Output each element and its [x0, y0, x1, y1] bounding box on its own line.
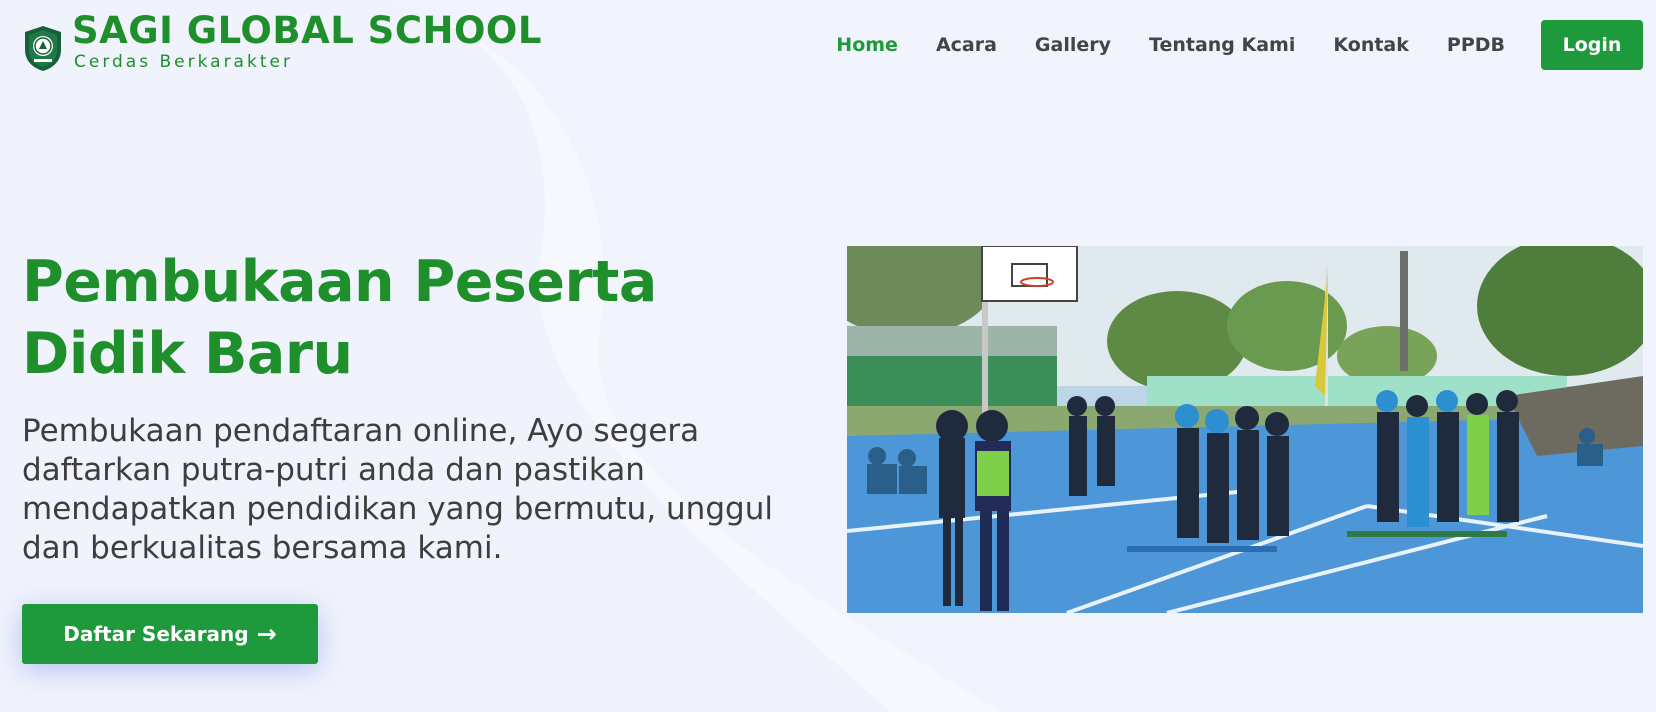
nav-tentang-kami[interactable]: Tentang Kami: [1149, 34, 1295, 56]
nav-ppdb[interactable]: PPDB: [1447, 34, 1505, 56]
register-now-label: Daftar Sekarang: [63, 622, 249, 646]
hero-photo: [847, 246, 1643, 613]
school-crest-icon: [25, 26, 61, 71]
nav-home[interactable]: Home: [836, 34, 898, 56]
hero-text: Pembukaan Peserta Didik Baru Pembukaan p…: [22, 246, 822, 568]
nav-acara[interactable]: Acara: [936, 34, 997, 56]
hero-description: Pembukaan pendaftaran online, Ayo segera…: [22, 413, 773, 566]
register-now-button[interactable]: Daftar Sekarang →: [22, 604, 318, 664]
nav-kontak[interactable]: Kontak: [1333, 34, 1409, 56]
brand-tagline: Cerdas Berkarakter: [74, 52, 293, 72]
login-button[interactable]: Login: [1541, 20, 1643, 70]
site-header: SAGI GLOBAL SCHOOL Cerdas Berkarakter Ho…: [0, 0, 1656, 90]
nav-gallery[interactable]: Gallery: [1035, 34, 1111, 56]
hero-title: Pembukaan Peserta Didik Baru: [22, 249, 657, 387]
brand-name: SAGI GLOBAL SCHOOL: [72, 9, 542, 52]
main-nav: Home Acara Gallery Tentang Kami Kontak P…: [836, 0, 1656, 90]
brand[interactable]: SAGI GLOBAL SCHOOL Cerdas Berkarakter: [22, 10, 542, 72]
arrow-right-icon: →: [256, 620, 277, 648]
